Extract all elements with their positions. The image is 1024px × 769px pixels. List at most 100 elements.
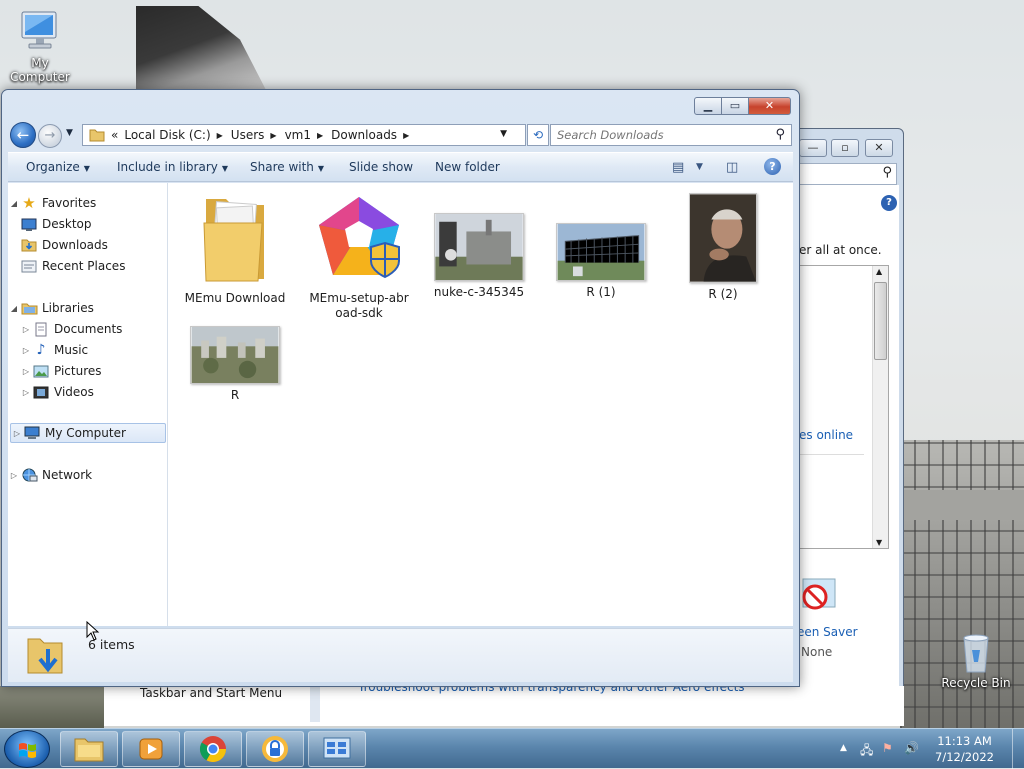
help-icon[interactable]: ?	[764, 158, 781, 175]
nav-desktop[interactable]: Desktop	[20, 214, 92, 234]
bg-screen-saver-value: None	[801, 645, 833, 659]
show-desktop-button[interactable]	[1012, 729, 1024, 769]
pictures-icon	[32, 365, 50, 378]
taskbar-media-player-button[interactable]	[122, 731, 180, 767]
volume-icon[interactable]: 🔊	[904, 741, 919, 755]
videos-icon	[32, 386, 50, 399]
file-list-area[interactable]: MEmu Download MEmu-setup-abr oad-sdk nuk…	[169, 183, 793, 626]
nav-pictures[interactable]: ▷ Pictures	[20, 361, 102, 381]
scroll-up-arrow-icon[interactable]: ▲	[876, 267, 882, 276]
taskbar-explorer-button[interactable]	[60, 731, 118, 767]
refresh-button[interactable]: ⟲	[527, 124, 549, 146]
breadcrumb-arrow-icon[interactable]: ▶	[317, 131, 323, 140]
file-item[interactable]: MEmu-setup-abr oad-sdk	[307, 193, 411, 321]
maximize-button[interactable]: ▭	[722, 97, 749, 115]
breadcrumb-arrow-icon[interactable]: ▶	[270, 131, 276, 140]
back-button[interactable]: ←	[10, 122, 36, 148]
collapsed-arrow-icon[interactable]: ▷	[8, 471, 20, 480]
preview-pane-icon[interactable]: ◫	[726, 160, 738, 175]
address-dropdown-icon[interactable]: ▼	[500, 129, 507, 139]
bg-search-field[interactable]: ⚲	[785, 163, 897, 185]
forward-button[interactable]: →	[38, 124, 62, 148]
include-in-library-menu[interactable]: Include in library ▼	[117, 160, 228, 174]
nav-recent-places[interactable]: Recent Places	[20, 256, 125, 276]
bg-scroll-thumb[interactable]	[874, 282, 887, 360]
start-button[interactable]	[4, 730, 50, 768]
bg-maximize-button[interactable]: ▫	[831, 139, 859, 157]
expand-arrow-icon[interactable]: ◢	[8, 199, 20, 208]
desktop-icon-my-computer[interactable]: My Computer	[0, 8, 80, 84]
collapsed-arrow-icon[interactable]: ▷	[11, 429, 23, 438]
file-item[interactable]: R (2)	[671, 193, 775, 302]
close-button[interactable]: ✕	[749, 97, 791, 115]
breadcrumb-vm1[interactable]: vm1	[285, 128, 311, 142]
collapsed-arrow-icon[interactable]: ▷	[20, 346, 32, 355]
collapsed-arrow-icon[interactable]: ▷	[20, 367, 32, 376]
background-lower-panel: Taskbar and Start Menu Troubleshoot prob…	[104, 680, 904, 726]
view-options-icon[interactable]: ▤	[672, 160, 684, 175]
bg-taskbar-start-menu-link[interactable]: Taskbar and Start Menu	[140, 686, 282, 700]
lock-app-icon	[262, 736, 288, 762]
show-hidden-icons-arrow-icon[interactable]: ▲	[840, 743, 847, 753]
search-box[interactable]: ⚲	[550, 124, 792, 146]
view-options-chevron-icon[interactable]: ▼	[696, 162, 703, 172]
search-icon[interactable]: ⚲	[775, 127, 785, 142]
minimize-button[interactable]: ▁	[694, 97, 722, 115]
help-icon[interactable]: ?	[881, 195, 897, 211]
bg-theme-list[interactable]: ▲ ▼ es online	[794, 265, 889, 549]
nav-my-computer[interactable]: ▷ My Computer	[10, 423, 166, 443]
nav-favorites[interactable]: ◢ ★ Favorites	[8, 193, 96, 213]
navigation-pane[interactable]: ◢ ★ Favorites Desktop Downloads Recent P…	[8, 183, 168, 626]
file-item[interactable]: nuke-c-345345	[427, 213, 531, 300]
file-name: MEmu Download	[184, 291, 286, 305]
nav-videos[interactable]: ▷ Videos	[20, 382, 94, 402]
scroll-down-arrow-icon[interactable]: ▼	[876, 538, 882, 547]
network-status-icon[interactable]: 🖧	[860, 741, 873, 762]
bg-close-button[interactable]: ✕	[865, 139, 893, 157]
control-panel-icon	[323, 737, 351, 759]
address-bar[interactable]: « Local Disk (C:) ▶ Users ▶ vm1 ▶ Downloads…	[82, 124, 549, 146]
slide-show-button[interactable]: Slide show	[349, 160, 413, 174]
explorer-window[interactable]: ▁ ▭ ✕ ← → ▼ « Local Disk (C:) ▶ Users ▶ vm…	[1, 89, 800, 687]
desktop-icon-label: My Computer	[10, 56, 70, 84]
bg-screen-saver-label[interactable]: een Saver	[797, 625, 858, 639]
nav-downloads[interactable]: Downloads	[20, 235, 108, 255]
search-input[interactable]	[551, 125, 761, 145]
breadcrumb-users[interactable]: Users	[231, 128, 265, 142]
screen-saver-icon[interactable]	[799, 575, 839, 615]
file-item[interactable]: MEmu Download	[183, 193, 287, 306]
desktop-icon	[20, 218, 38, 231]
taskbar-control-panel-button[interactable]	[308, 731, 366, 767]
libraries-icon	[20, 301, 38, 315]
nav-documents[interactable]: ▷ Documents	[20, 319, 122, 339]
organize-menu[interactable]: Organize ▼	[26, 160, 90, 174]
nav-music[interactable]: ▷ ♪ Music	[20, 340, 88, 360]
breadcrumb-downloads[interactable]: Downloads	[331, 128, 397, 142]
breadcrumb-arrow-icon[interactable]: ▶	[217, 131, 223, 140]
new-folder-button[interactable]: New folder	[435, 160, 500, 174]
taskbar-app-button[interactable]	[246, 731, 304, 767]
recent-pages-dropdown[interactable]: ▼	[66, 128, 73, 138]
file-name: MEmu-setup-abr oad-sdk	[309, 291, 409, 320]
share-with-menu[interactable]: Share with ▼	[250, 160, 324, 174]
collapsed-arrow-icon[interactable]: ▷	[20, 388, 32, 397]
action-center-flag-icon[interactable]: ⚑	[882, 741, 893, 755]
file-item[interactable]: R (1)	[549, 223, 653, 300]
nav-libraries[interactable]: ◢ Libraries	[8, 298, 94, 318]
clock[interactable]: 11:13 AM 7/12/2022	[935, 733, 994, 765]
desktop-icon-recycle-bin[interactable]: Recycle Bin	[936, 630, 1016, 690]
collapsed-arrow-icon[interactable]: ▷	[20, 325, 32, 334]
bg-link-online[interactable]: es online	[799, 428, 853, 442]
window-controls: ▁ ▭ ✕	[694, 97, 791, 115]
breadcrumb-local-disk[interactable]: Local Disk (C:)	[124, 128, 210, 142]
details-pane: 6 items	[8, 628, 793, 682]
file-item[interactable]: R	[183, 326, 287, 403]
breadcrumb-arrow-icon[interactable]: ▶	[403, 131, 409, 140]
bg-scrollbar[interactable]: ▲ ▼	[872, 266, 888, 548]
media-player-icon	[139, 738, 163, 760]
nav-network[interactable]: ▷ Network	[8, 465, 92, 485]
breadcrumb-overflow[interactable]: «	[111, 128, 118, 142]
bg-minimize-button[interactable]: —	[799, 139, 827, 157]
expand-arrow-icon[interactable]: ◢	[8, 304, 20, 313]
taskbar-chrome-button[interactable]	[184, 731, 242, 767]
